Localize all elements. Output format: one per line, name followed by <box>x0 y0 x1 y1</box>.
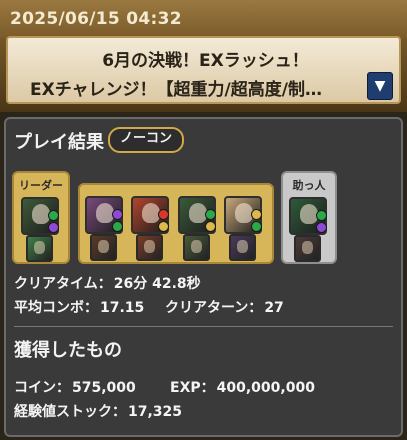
leader-label: リーダー <box>19 179 63 192</box>
attribute-orb-icon <box>251 221 262 232</box>
stock-value: 17,325 <box>128 404 183 420</box>
avg-combo-value: 17.15 <box>100 300 145 316</box>
clear-turn: クリアターン： 27 <box>165 297 284 317</box>
average-combo: 平均コンボ： 17.15 <box>14 297 144 317</box>
timestamp: 2025/06/15 04:32 <box>10 9 182 29</box>
assist-card[interactable] <box>229 234 256 261</box>
quest-banner: 2025/06/15 04:32 6月の決戦！EXラッシュ！ EXチャレンジ！【… <box>0 0 407 112</box>
clear-time-value: 26分 42.8秒 <box>113 276 201 292</box>
assist-card[interactable] <box>183 234 210 261</box>
clear-turn-value: 27 <box>264 300 284 316</box>
assist-card[interactable] <box>26 235 53 262</box>
exp-value: 400,000,000 <box>216 380 315 396</box>
attribute-orb-icon <box>112 221 123 232</box>
attribute-orb-icon <box>158 209 169 220</box>
attribute-orb-icon <box>48 210 59 221</box>
play-result-title: プレイ結果 <box>14 132 104 153</box>
clear-turn-label: クリアターン： <box>165 300 263 316</box>
attribute-orb-icon <box>251 209 262 220</box>
helper-label: 助っ人 <box>292 179 326 192</box>
no-continue-badge: ノーコン <box>108 127 185 153</box>
coin-label: コイン： <box>14 380 70 396</box>
attribute-orb-icon <box>205 221 216 232</box>
attribute-orb-icon <box>205 209 216 220</box>
exp-label: EXP： <box>170 380 215 396</box>
attribute-orb-icon <box>158 221 169 232</box>
assist-card[interactable] <box>90 234 117 261</box>
quest-title-box[interactable]: 6月の決戦！EXラッシュ！ EXチャレンジ！【超重力/超高度/制… ▼ <box>6 36 401 104</box>
attribute-orb-icon <box>316 222 327 233</box>
coin-value: 575,000 <box>72 380 136 396</box>
quest-name: EXチャレンジ！【超重力/超高度/制… <box>30 80 322 100</box>
coin-reward: コイン： 575,000 <box>14 377 136 397</box>
quest-series-title: 6月の決戦！EXラッシュ！ <box>102 51 309 71</box>
stock-label: 経験値ストック： <box>14 404 126 420</box>
attribute-orb-icon <box>316 210 327 221</box>
timestamp-bar: 2025/06/15 04:32 <box>0 0 407 38</box>
clear-time-label: クリアタイム： <box>14 276 112 292</box>
exp-stock: 経験値ストック： 17,325 <box>14 401 182 421</box>
attribute-orb-icon <box>112 209 123 220</box>
expand-button[interactable]: ▼ <box>367 72 393 100</box>
exp-reward: EXP： 400,000,000 <box>170 377 315 397</box>
triangle-down-icon: ▼ <box>374 78 386 94</box>
assist-card[interactable] <box>136 234 163 261</box>
rewards-title: 獲得したもの <box>14 340 122 361</box>
avg-combo-label: 平均コンボ： <box>14 300 98 316</box>
section-divider <box>14 326 393 327</box>
attribute-orb-icon <box>48 222 59 233</box>
clear-time: クリアタイム： 26分 42.8秒 <box>14 273 201 293</box>
assist-card[interactable] <box>294 235 321 262</box>
